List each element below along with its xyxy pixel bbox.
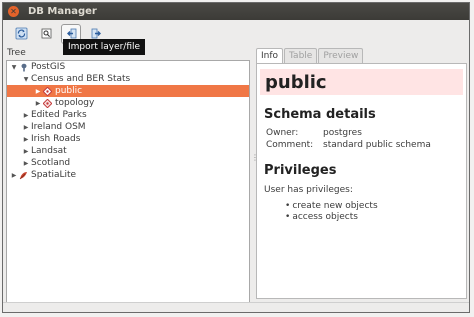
- tree-item-label: SpatiaLite: [31, 170, 77, 180]
- tab-preview[interactable]: Preview: [318, 48, 364, 63]
- tree-item-spatialite[interactable]: ▶ SpatiaLite: [7, 169, 249, 181]
- tree-item-label: Edited Parks: [31, 110, 87, 120]
- info-panel: public Schema details Owner: postgres Co…: [256, 63, 467, 299]
- collapse-arrow-icon[interactable]: ▶: [21, 136, 31, 143]
- sql-window-button[interactable]: [36, 24, 56, 44]
- tree-item-label: public: [55, 86, 83, 96]
- tree-item-census-and-ber-stats[interactable]: ▼ Census and BER Stats: [7, 73, 249, 85]
- schema-name-banner: public: [260, 69, 463, 95]
- list-item: • create new objects: [285, 201, 378, 211]
- comment-value: standard public schema: [323, 140, 431, 150]
- privileges-text: User has privileges:: [264, 185, 353, 195]
- collapse-arrow-icon[interactable]: ▶: [21, 112, 31, 119]
- tab-info[interactable]: Info: [256, 48, 284, 63]
- tree-item-postgis[interactable]: ▼ PostGIS: [7, 61, 249, 73]
- tree-item-scotland[interactable]: ▶ Scotland: [7, 157, 249, 169]
- collapse-arrow-icon[interactable]: ▶: [21, 124, 31, 131]
- privileges-list: • create new objects • access objects: [285, 201, 466, 223]
- list-item: • access objects: [285, 212, 358, 222]
- expand-arrow-icon[interactable]: ▼: [9, 64, 19, 71]
- close-icon: ✕: [10, 6, 17, 16]
- owner-row: Owner: postgres: [257, 127, 466, 139]
- postgis-elephant-icon: [19, 63, 28, 72]
- tree-item-irish-roads[interactable]: ▶ Irish Roads: [7, 133, 249, 145]
- tree-item-label: PostGIS: [31, 62, 66, 72]
- schema-icon: [43, 86, 52, 96]
- collapse-arrow-icon[interactable]: ▶: [33, 100, 43, 107]
- spatialite-feather-icon: [19, 171, 28, 180]
- tree-item-label: Census and BER Stats: [31, 74, 131, 84]
- tab-table[interactable]: Table: [284, 48, 318, 63]
- refresh-button[interactable]: [11, 24, 31, 44]
- tree-item-ireland-osm[interactable]: ▶ Ireland OSM: [7, 121, 249, 133]
- import-tooltip: Import layer/file: [63, 39, 146, 55]
- schema-details-table: Owner: postgres Comment: standard public…: [257, 127, 466, 151]
- comment-row: Comment: standard public schema: [257, 139, 466, 151]
- tree-item-landsat[interactable]: ▶ Landsat: [7, 145, 249, 157]
- owner-value: postgres: [323, 128, 362, 138]
- privileges-heading: Privileges: [264, 163, 337, 178]
- sql-window-icon: [41, 28, 51, 39]
- tree-item-label: Ireland OSM: [31, 122, 86, 132]
- tree-item-public[interactable]: ▶ public: [7, 85, 249, 97]
- tree-item-label: Scotland: [31, 158, 71, 168]
- expand-arrow-icon[interactable]: ▼: [21, 76, 31, 83]
- close-window-button[interactable]: ✕: [8, 6, 19, 17]
- toolbar: Import layer/file: [3, 20, 469, 55]
- schema-icon: [43, 98, 52, 108]
- tree-label: Tree: [7, 48, 26, 58]
- schema-details-heading: Schema details: [264, 107, 376, 122]
- tree-item-label: Irish Roads: [31, 134, 81, 144]
- collapse-arrow-icon[interactable]: ▶: [9, 172, 19, 179]
- collapse-arrow-icon[interactable]: ▶: [33, 88, 43, 95]
- comment-label: Comment:: [266, 140, 314, 150]
- tree-item-label: topology: [55, 98, 95, 108]
- tab-bar: Info Table Preview: [256, 48, 364, 63]
- tree-item-edited-parks[interactable]: ▶ Edited Parks: [7, 109, 249, 121]
- status-bar: [3, 302, 469, 312]
- tree-item-topology[interactable]: ▶ topology: [7, 97, 249, 109]
- tree-view[interactable]: ▼ PostGIS ▼ Census and BER Stats ▶ publi…: [6, 60, 250, 303]
- window-title: DB Manager: [28, 6, 97, 17]
- collapse-arrow-icon[interactable]: ▶: [21, 148, 31, 155]
- privilege-label: create new objects: [292, 201, 378, 211]
- refresh-icon: [15, 27, 27, 40]
- owner-label: Owner:: [266, 128, 299, 138]
- privilege-label: access objects: [292, 212, 358, 222]
- tree-item-label: Landsat: [31, 146, 67, 156]
- collapse-arrow-icon[interactable]: ▶: [21, 160, 31, 167]
- title-bar: ✕ DB Manager: [3, 3, 469, 20]
- db-manager-window: ✕ DB Manager Import layer/file Tree ▼ Po…: [2, 2, 470, 313]
